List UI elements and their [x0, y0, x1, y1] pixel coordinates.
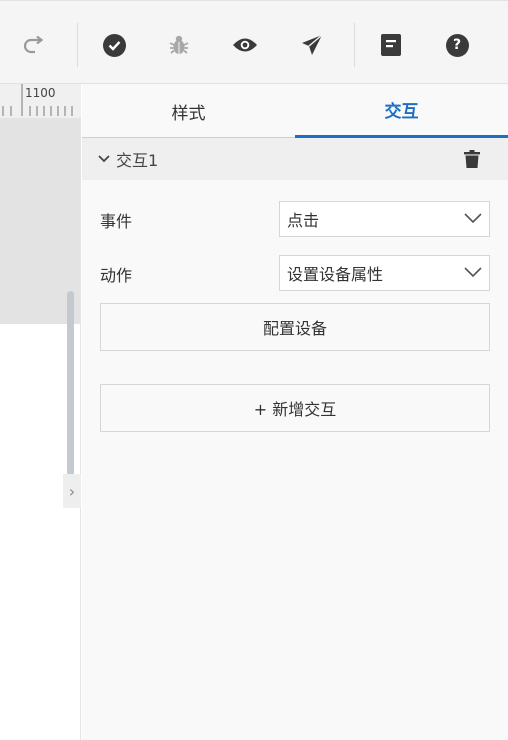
design-canvas[interactable]: 1100 › [0, 84, 81, 740]
horizontal-ruler: 1100 [0, 84, 81, 118]
redo-icon [23, 36, 44, 54]
add-interaction-button[interactable]: + 新增交互 [100, 384, 490, 432]
chevron-down-icon [464, 213, 482, 224]
action-select-value: 设置设备属性 [287, 265, 384, 284]
help-button[interactable]: ? [437, 25, 477, 65]
tab-interaction[interactable]: 交互 [295, 84, 508, 138]
toolbar-divider [354, 23, 355, 67]
document-icon [381, 34, 401, 56]
vertical-scrollbar[interactable] [67, 291, 74, 476]
chevron-down-icon [464, 267, 482, 278]
event-select-value: 点击 [287, 211, 320, 230]
tab-style[interactable]: 样式 [82, 84, 295, 138]
toolbar-divider [77, 23, 78, 67]
debug-icon [169, 35, 189, 54]
check-button[interactable] [94, 25, 134, 65]
help-icon: ? [445, 33, 469, 57]
document-button[interactable] [371, 25, 411, 65]
action-select[interactable]: 设置设备属性 [279, 255, 490, 291]
event-select[interactable]: 点击 [279, 201, 490, 237]
delete-interaction-button[interactable] [464, 150, 480, 172]
preview-button[interactable] [225, 25, 265, 65]
panel-tabs: 样式 交互 [82, 84, 508, 138]
chevron-down-icon [98, 155, 110, 163]
add-interaction-label: + 新增交互 [253, 400, 337, 419]
eye-icon [233, 38, 257, 52]
interaction-section-toggle[interactable]: 交互1 [98, 138, 158, 180]
send-icon [302, 34, 323, 55]
configure-device-button[interactable]: 配置设备 [100, 303, 490, 351]
ruler-label: 1100 [25, 86, 56, 100]
action-label: 动作 [100, 266, 133, 285]
debug-button[interactable] [159, 25, 199, 65]
trash-icon [464, 150, 480, 168]
configure-device-label: 配置设备 [262, 319, 327, 338]
top-toolbar: ? [0, 0, 508, 84]
canvas-background [0, 84, 81, 324]
check-icon [102, 33, 126, 57]
chevron-right-icon: › [68, 481, 76, 501]
tab-interaction-label: 交互 [384, 102, 419, 122]
event-label: 事件 [100, 212, 133, 231]
property-panel: 样式 交互 交互1 事件 点击 动作 设置设备属性 配置设备 + 新增交互 [82, 84, 508, 740]
collapse-panel-handle[interactable]: › [63, 474, 81, 508]
publish-button[interactable] [292, 25, 332, 65]
tab-style-label: 样式 [171, 103, 206, 124]
redo-button[interactable] [14, 25, 54, 65]
interaction-section-title: 交互1 [116, 151, 159, 170]
interaction-section-header: 交互1 [82, 138, 508, 180]
